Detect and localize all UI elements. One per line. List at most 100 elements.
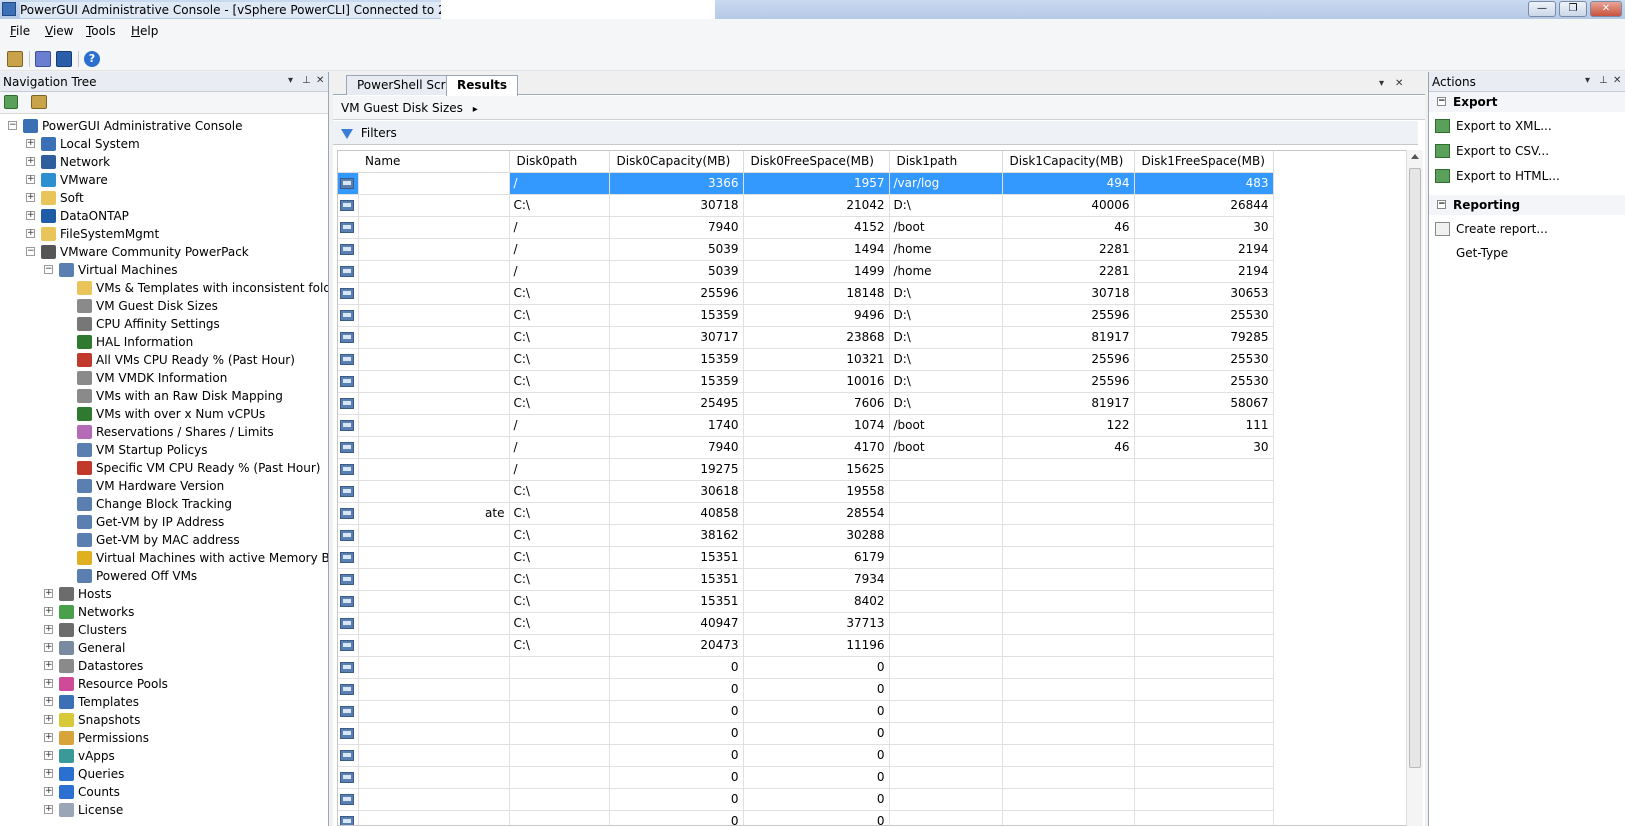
table-row[interactable]: /5039 1499/home 2281 2194 [338, 260, 1274, 283]
table-row[interactable]: C:\ 15351 7934 [338, 568, 1274, 591]
collapse-icon[interactable]: − [1437, 97, 1446, 106]
tree-item[interactable]: Get-VM by MAC address [0, 531, 328, 549]
column-header-disk0capacity[interactable]: Disk0Capacity(MB) [609, 151, 744, 173]
collapse-icon[interactable]: − [44, 265, 53, 274]
powershell-icon[interactable] [56, 51, 72, 67]
tree-item[interactable]: VM VMDK Information [0, 369, 328, 387]
tree-item[interactable]: Reservations / Shares / Limits [0, 423, 328, 441]
collapse-icon[interactable]: − [26, 247, 35, 256]
column-header-name[interactable]: Name [358, 151, 510, 173]
tree-item[interactable]: + Local System [0, 135, 328, 153]
tree-item[interactable]: − PowerGUI Administrative Console [0, 117, 328, 135]
table-row[interactable]: C:\ 15359 10016 D:\ 25596 25530 [338, 370, 1274, 393]
expand-icon[interactable]: + [26, 193, 35, 202]
reporting-section[interactable]: − Reporting [1429, 195, 1625, 215]
export-section[interactable]: − Export [1429, 92, 1625, 112]
table-row[interactable]: /5039 1494/home 2281 2194 [338, 238, 1274, 261]
scrollbar-thumb[interactable] [1409, 168, 1421, 768]
shield-icon[interactable] [35, 51, 51, 67]
table-row[interactable]: 00 [338, 656, 1274, 679]
tree-item[interactable]: − VMware Community PowerPack [0, 243, 328, 261]
maximize-button[interactable]: ❐ [1559, 1, 1587, 17]
tree-item[interactable]: − Virtual Machines [0, 261, 328, 279]
table-row[interactable]: 00 [338, 722, 1274, 745]
tree-item[interactable]: CPU Affinity Settings [0, 315, 328, 333]
expand-icon[interactable]: + [44, 625, 53, 634]
tab-results[interactable]: Results [446, 75, 519, 96]
expand-icon[interactable]: + [26, 229, 35, 238]
tree-item[interactable]: + vApps [0, 747, 328, 765]
expand-icon[interactable]: + [44, 607, 53, 616]
expand-icon[interactable]: + [44, 643, 53, 652]
column-header-disk1path[interactable]: Disk1path [889, 151, 1003, 173]
table-row[interactable]: C:\ 15359 10321 D:\ 25596 25530 [338, 348, 1274, 371]
expand-icon[interactable]: + [44, 787, 53, 796]
table-row[interactable]: /3366 1957/var/log 494 483 [338, 172, 1274, 195]
column-header-disk0path[interactable]: Disk0path [509, 151, 610, 173]
tree-item[interactable]: + FileSystemMgmt [0, 225, 328, 243]
expand-icon[interactable]: + [44, 715, 53, 724]
table-row[interactable]: /7940 4170/boot 46 30 [338, 436, 1274, 459]
tabs-dropdown-button[interactable]: ▾ [1379, 78, 1384, 89]
table-row[interactable]: C:\ 15351 8402 [338, 590, 1274, 613]
table-row[interactable]: /1740 1074/boot 122 111 [338, 414, 1274, 437]
table-row[interactable]: C:\ 25495 7606 D:\ 81917 58067 [338, 392, 1274, 415]
get-type-action[interactable]: Get-Type [1429, 242, 1625, 264]
refresh-icon[interactable] [4, 95, 18, 109]
expand-icon[interactable]: + [26, 211, 35, 220]
table-row[interactable]: C:\ 40947 37713 [338, 612, 1274, 635]
table-row[interactable]: 00 [338, 766, 1274, 789]
expand-icon[interactable]: + [44, 697, 53, 706]
tree-item[interactable]: + Resource Pools [0, 675, 328, 693]
vertical-scrollbar[interactable] [1406, 150, 1423, 826]
tree-item[interactable]: Powered Off VMs [0, 567, 328, 585]
expand-icon[interactable]: + [44, 679, 53, 688]
tree-item[interactable]: HAL Information [0, 333, 328, 351]
create-report-action[interactable]: Create report... [1429, 218, 1625, 240]
tree-item[interactable]: + License [0, 801, 328, 819]
tree-item[interactable]: + Datastores [0, 657, 328, 675]
tree-item[interactable]: VM Startup Policys [0, 441, 328, 459]
tree-item[interactable]: + Networks [0, 603, 328, 621]
tree-item[interactable]: + Hosts [0, 585, 328, 603]
tree-item[interactable]: VMs & Templates with inconsistent folder… [0, 279, 328, 297]
tabs-close-button[interactable]: ✕ [1395, 78, 1403, 89]
column-header-disk0freespace[interactable]: Disk0FreeSpace(MB) [743, 151, 890, 173]
expand-icon[interactable]: + [44, 661, 53, 670]
console-icon[interactable] [7, 51, 23, 67]
filters-bar[interactable]: Filters [333, 121, 1418, 145]
help-icon[interactable]: ? [84, 51, 100, 67]
table-row[interactable]: C:\ 25596 18148 D:\ 30718 30653 [338, 282, 1274, 305]
tree-item[interactable]: + Soft [0, 189, 328, 207]
nav-close-button[interactable]: ✕ [316, 75, 324, 86]
tree-item[interactable]: VMs with an Raw Disk Mapping [0, 387, 328, 405]
tree-item[interactable]: All VMs CPU Ready % (Past Hour) [0, 351, 328, 369]
minimize-button[interactable]: — [1528, 1, 1556, 17]
tree-item[interactable]: + DataONTAP [0, 207, 328, 225]
table-row[interactable]: ate C:\ 40858 28554 [338, 502, 1274, 525]
tree-item[interactable]: + Clusters [0, 621, 328, 639]
tree-item[interactable]: Specific VM CPU Ready % (Past Hour) [0, 459, 328, 477]
actions-dropdown-button[interactable]: ▾ [1585, 75, 1590, 86]
tree-item[interactable]: + Permissions [0, 729, 328, 747]
tree-item[interactable]: + VMware [0, 171, 328, 189]
table-row[interactable]: C:\ 15359 9496 D:\ 25596 25530 [338, 304, 1274, 327]
tree-item[interactable]: Change Block Tracking [0, 495, 328, 513]
tree-item[interactable]: Get-VM by IP Address [0, 513, 328, 531]
nav-dropdown-button[interactable]: ▾ [288, 75, 293, 86]
expand-icon[interactable]: + [44, 769, 53, 778]
column-header-disk1freespace[interactable]: Disk1FreeSpace(MB) [1134, 151, 1274, 173]
tree-item[interactable]: + Snapshots [0, 711, 328, 729]
table-row[interactable]: 00 [338, 700, 1274, 723]
expand-icon[interactable]: + [26, 175, 35, 184]
tree-item[interactable]: + General [0, 639, 328, 657]
table-row[interactable]: 00 [338, 810, 1274, 825]
nav-pin-button[interactable]: ⊥ [302, 75, 311, 86]
table-row[interactable]: C:\ 15351 6179 [338, 546, 1274, 569]
table-row[interactable]: /7940 4152/boot 46 30 [338, 216, 1274, 239]
tree-item[interactable]: VM Guest Disk Sizes [0, 297, 328, 315]
expand-icon[interactable]: + [44, 751, 53, 760]
export-xml-action[interactable]: Export to XML... [1429, 115, 1625, 137]
tree-item[interactable]: + Network [0, 153, 328, 171]
tree-item[interactable]: Virtual Machines with active Memory Ball… [0, 549, 328, 567]
